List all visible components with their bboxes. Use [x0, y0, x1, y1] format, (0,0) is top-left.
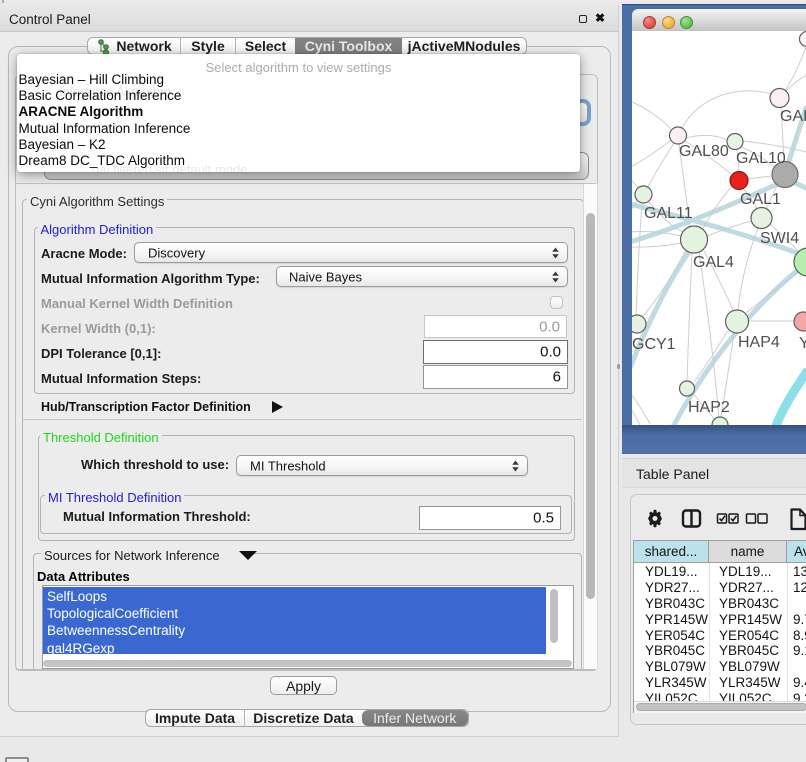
- svg-text:GAL7: GAL7: [780, 108, 806, 125]
- svg-text:GAL10: GAL10: [736, 150, 786, 167]
- svg-text:HAP4: HAP4: [738, 334, 780, 351]
- svg-text:HAP2: HAP2: [688, 399, 730, 416]
- svg-text:GAL80: GAL80: [679, 143, 729, 160]
- svg-text:GAL4: GAL4: [693, 254, 734, 271]
- svg-text:Y: Y: [799, 335, 806, 352]
- svg-text:GCY1: GCY1: [632, 336, 676, 353]
- svg-text:SWI4: SWI4: [760, 230, 799, 247]
- svg-text:GAL11: GAL11: [644, 205, 693, 222]
- svg-text:GAL1: GAL1: [740, 191, 781, 208]
